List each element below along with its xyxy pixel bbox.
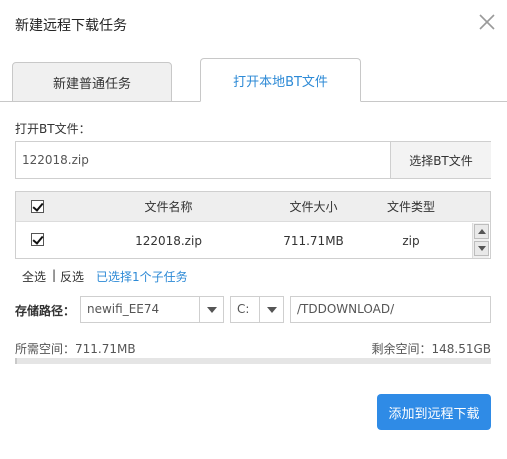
remaining-space-text: 剩余空间：148.51GB: [371, 342, 491, 356]
selection-separator: |: [52, 268, 57, 282]
header-type: 文件类型: [386, 200, 435, 214]
tab-local-bt[interactable]: 打开本地BT文件: [200, 58, 361, 102]
drive-select-value: C:: [237, 302, 250, 316]
file-table: 文件名称 文件大小 文件类型 122018.zip 711.71MB zip: [15, 191, 491, 259]
chevron-down-icon: [207, 307, 217, 313]
arrow-up-icon: [478, 229, 486, 234]
chevron-down-icon: [267, 307, 277, 313]
arrow-down-icon: [478, 246, 486, 251]
add-remote-download-button[interactable]: 添加到远程下载: [377, 394, 491, 430]
drive-dropdown-button[interactable]: [259, 297, 283, 322]
storage-path-input[interactable]: /TDDOWNLOAD/: [290, 296, 491, 323]
row-checkbox[interactable]: [31, 233, 44, 246]
space-usage-fill: [15, 358, 18, 364]
row-file-size: 711.71MB: [283, 233, 344, 248]
selected-count-text: 已选择1个子任务: [96, 270, 188, 284]
bt-file-row: 选择BT文件: [15, 141, 491, 179]
header-size: 文件大小: [289, 200, 338, 214]
table-row[interactable]: 122018.zip 711.71MB zip: [16, 223, 490, 258]
bt-file-input[interactable]: [16, 142, 390, 178]
device-select[interactable]: newifi_EE74: [80, 296, 224, 323]
tab-normal-task[interactable]: 新建普通任务: [12, 62, 172, 102]
storage-path-label: 存储路径：: [15, 304, 76, 318]
row-file-name: 122018.zip: [135, 233, 202, 248]
table-scrollbar[interactable]: [472, 223, 489, 258]
space-info: 所需空间：711.71MB 剩余空间：148.51GB: [15, 340, 491, 356]
device-select-value: newifi_EE74: [87, 302, 160, 316]
select-all-checkbox[interactable]: [31, 200, 44, 213]
bt-file-label: 打开BT文件：: [15, 122, 91, 136]
close-icon[interactable]: [478, 13, 496, 31]
scroll-up-button[interactable]: [474, 224, 489, 239]
required-space-text: 所需空间：711.71MB: [15, 342, 136, 356]
header-name: 文件名称: [144, 200, 193, 214]
tab-bar: 新建普通任务 打开本地BT文件: [0, 46, 507, 102]
title-bar: 新建远程下载任务: [0, 0, 507, 46]
table-header: 文件名称 文件大小 文件类型: [16, 192, 490, 222]
select-all-link[interactable]: 全选: [22, 268, 46, 285]
choose-bt-button[interactable]: 选择BT文件: [390, 142, 491, 178]
row-file-type: zip: [402, 233, 420, 248]
invert-selection-link[interactable]: 反选: [60, 268, 84, 285]
device-dropdown-button[interactable]: [199, 297, 223, 322]
scroll-down-button[interactable]: [474, 241, 489, 256]
space-usage-bar: [15, 358, 491, 364]
drive-select[interactable]: C:: [230, 296, 284, 323]
dialog-title: 新建远程下载任务: [15, 18, 127, 34]
